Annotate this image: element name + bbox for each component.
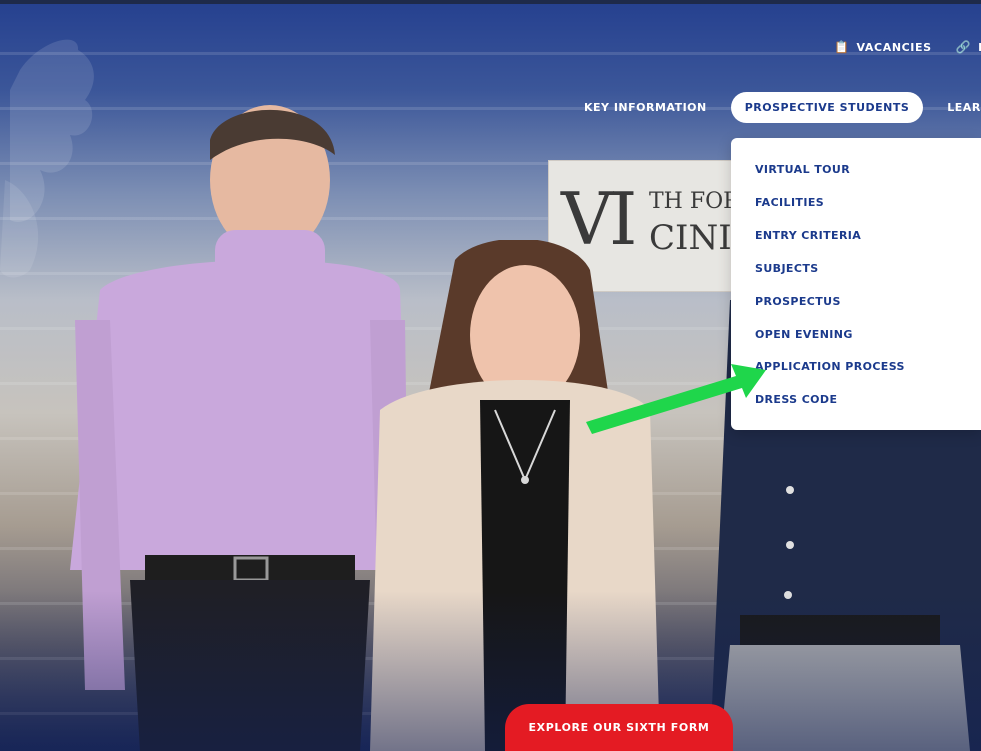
dropdown-item-virtual-tour[interactable]: VIRTUAL TOUR xyxy=(755,163,850,176)
more-link[interactable]: 🔗 M xyxy=(956,40,981,54)
dropdown-item-application-process[interactable]: APPLICATION PROCESS xyxy=(755,360,905,373)
dropdown-item-prospectus[interactable]: PROSPECTUS xyxy=(755,295,841,308)
explore-sixth-form-button[interactable]: EXPLORE OUR SIXTH FORM xyxy=(505,704,733,751)
hero-bottom-overlay xyxy=(0,591,981,751)
vacancies-label: VACANCIES xyxy=(856,40,932,54)
dropdown-item-open-evening[interactable]: OPEN EVENING xyxy=(755,328,853,341)
green-arrow-annotation-icon xyxy=(586,364,766,434)
vacancies-link[interactable]: 📋 VACANCIES xyxy=(834,40,932,54)
nav-prospective-students[interactable]: PROSPECTIVE STUDENTS xyxy=(730,92,924,123)
top-border xyxy=(0,0,981,4)
nav-learning[interactable]: LEARN xyxy=(947,101,981,114)
dropdown-item-entry-criteria[interactable]: ENTRY CRITERIA xyxy=(755,229,861,242)
utility-nav: 📋 VACANCIES 🔗 M xyxy=(834,40,981,54)
dropdown-item-facilities[interactable]: FACILITIES xyxy=(755,196,824,209)
link-icon: 🔗 xyxy=(955,40,972,54)
clipboard-icon: 📋 xyxy=(834,40,850,54)
dropdown-item-subjects[interactable]: SUBJECTS xyxy=(755,262,819,275)
nav-key-information[interactable]: KEY INFORMATION xyxy=(584,101,707,114)
main-nav: KEY INFORMATION PROSPECTIVE STUDENTS LEA… xyxy=(584,92,981,123)
